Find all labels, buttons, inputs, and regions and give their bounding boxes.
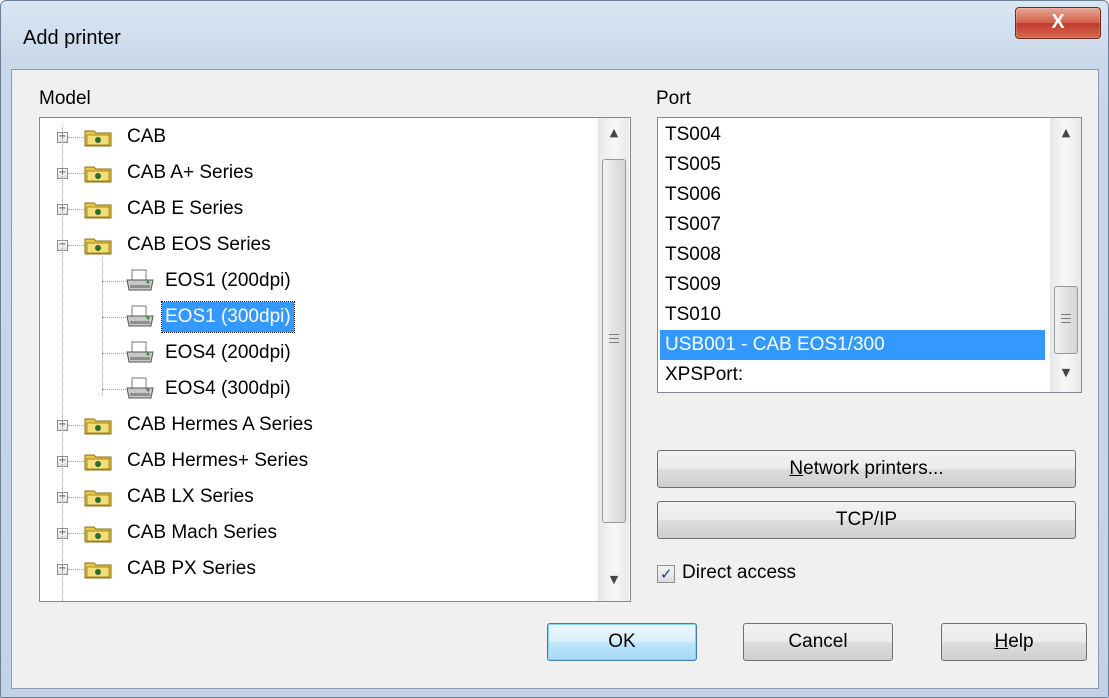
model-tree[interactable]: + CAB + CAB A+ Series + CAB E Series − CAB EOS …	[39, 117, 631, 602]
tree-printer-item[interactable]: EOS4 (200dpi)	[40, 338, 595, 368]
tree-folder-item[interactable]: + CAB LX Series	[40, 482, 595, 512]
scroll-up-arrow-icon[interactable]: ▲	[1051, 118, 1081, 148]
checkmark-icon: ✓	[660, 565, 673, 583]
dialog-body: Model Port + CAB + CAB A+ Series + CAB E Seri…	[11, 69, 1099, 689]
grip-line	[1061, 314, 1071, 315]
port-list-item[interactable]: TS010	[660, 300, 1045, 330]
tree-connector	[68, 497, 84, 498]
dialog-title: Add printer	[23, 27, 121, 49]
tree-item-label: EOS4 (300dpi)	[165, 378, 291, 399]
port-list-item[interactable]: XPSPort:	[660, 360, 1045, 390]
tree-connector	[68, 461, 84, 462]
tree-folder-item[interactable]: + CAB Hermes+ Series	[40, 446, 595, 476]
scroll-thumb[interactable]	[1054, 286, 1078, 354]
direct-access-label[interactable]: Direct access	[682, 562, 796, 584]
tree-connector	[102, 281, 126, 282]
tree-item-label: CAB E Series	[127, 198, 244, 219]
port-list-item[interactable]: USB001 - CAB EOS1/300	[660, 330, 1045, 360]
tree-connector	[68, 569, 84, 570]
grip-line	[1061, 318, 1071, 319]
tree-item-label: CAB Hermes A Series	[127, 414, 313, 435]
grip-line	[609, 338, 619, 339]
tree-printer-item[interactable]: EOS1 (300dpi)	[40, 301, 595, 333]
model-label: Model	[39, 88, 91, 109]
cancel-button[interactable]: Cancel	[743, 623, 893, 661]
tree-item-label: EOS1 (300dpi)	[161, 301, 295, 333]
title-bar[interactable]: Add printer X	[1, 1, 1108, 69]
tree-printer-item[interactable]: EOS4 (300dpi)	[40, 374, 595, 404]
tree-connector	[68, 425, 84, 426]
close-button[interactable]: X	[1015, 7, 1101, 39]
tree-connector	[68, 533, 84, 534]
scroll-down-arrow-icon[interactable]: ▼	[599, 565, 629, 595]
tree-folder-item[interactable]: − CAB EOS Series	[40, 230, 595, 260]
tree-connector	[102, 389, 126, 390]
model-tree-scrollbar[interactable]: ▲ ▼	[598, 118, 629, 601]
tree-connector	[102, 317, 126, 318]
tree-item-label: CAB LX Series	[127, 486, 254, 507]
tree-connector	[102, 353, 126, 354]
port-list-item[interactable]: TS007	[660, 210, 1045, 240]
port-list-item[interactable]: TS008	[660, 240, 1045, 270]
grip-line	[609, 334, 619, 335]
port-list-item[interactable]: TS009	[660, 270, 1045, 300]
tree-connector	[68, 245, 84, 246]
direct-access-checkbox[interactable]: ✓	[657, 565, 675, 583]
tree-item-label: EOS4 (200dpi)	[165, 342, 291, 363]
add-printer-dialog: Add printer X Model Port + CAB + CAB A+ Ser…	[0, 0, 1109, 698]
port-list[interactable]: TS004 TS005 TS006 TS007 TS008 TS009 TS010 USB00…	[657, 117, 1082, 393]
network-printers-label: etwork printers...	[803, 458, 944, 479]
tree-folder-item[interactable]: + CAB A+ Series	[40, 158, 595, 188]
tree-item-label: CAB PX Series	[127, 558, 256, 579]
tree-folder-item[interactable]: + CAB Hermes A Series	[40, 410, 595, 440]
tree-item-label: CAB	[127, 126, 167, 147]
tree-trunk-line	[62, 126, 63, 601]
tree-item-label: EOS1 (200dpi)	[165, 270, 291, 291]
network-printers-button[interactable]: Network printers...	[657, 450, 1076, 488]
tree-item-label: CAB EOS Series	[127, 234, 271, 255]
port-list-item[interactable]: TS005	[660, 150, 1045, 180]
tree-connector	[68, 173, 84, 174]
port-list-scrollbar[interactable]: ▲ ▼	[1050, 118, 1081, 392]
tree-folder-item[interactable]: + CAB Mach Series	[40, 518, 595, 548]
tree-item-label: CAB Mach Series	[127, 522, 277, 543]
tree-folder-item[interactable]: + CAB E Series	[40, 194, 595, 224]
help-mnemonic: H	[994, 631, 1009, 652]
ok-button[interactable]: OK	[547, 623, 697, 661]
network-printers-mnemonic: N	[789, 458, 804, 479]
port-label: Port	[656, 88, 691, 109]
help-button[interactable]: Help	[941, 623, 1087, 661]
tree-connector	[68, 209, 84, 210]
tree-item-label: CAB A+ Series	[127, 162, 254, 183]
scroll-down-arrow-icon[interactable]: ▼	[1051, 358, 1081, 388]
tree-printer-item[interactable]: EOS1 (200dpi)	[40, 266, 595, 296]
tree-folder-item[interactable]: + CAB	[40, 122, 595, 152]
tree-folder-item[interactable]: + CAB PX Series	[40, 554, 595, 584]
port-list-item[interactable]: TS006	[660, 180, 1045, 210]
tree-connector	[68, 137, 84, 138]
scroll-thumb[interactable]	[602, 159, 626, 523]
grip-line	[609, 342, 619, 343]
tcpip-button[interactable]: TCP/IP	[657, 501, 1076, 539]
help-label: elp	[1008, 631, 1034, 652]
port-list-item[interactable]: TS004	[660, 120, 1045, 150]
scroll-up-arrow-icon[interactable]: ▲	[599, 118, 629, 148]
grip-line	[1061, 322, 1071, 323]
tree-item-label: CAB Hermes+ Series	[127, 450, 309, 471]
tree-branch-line	[102, 253, 103, 395]
